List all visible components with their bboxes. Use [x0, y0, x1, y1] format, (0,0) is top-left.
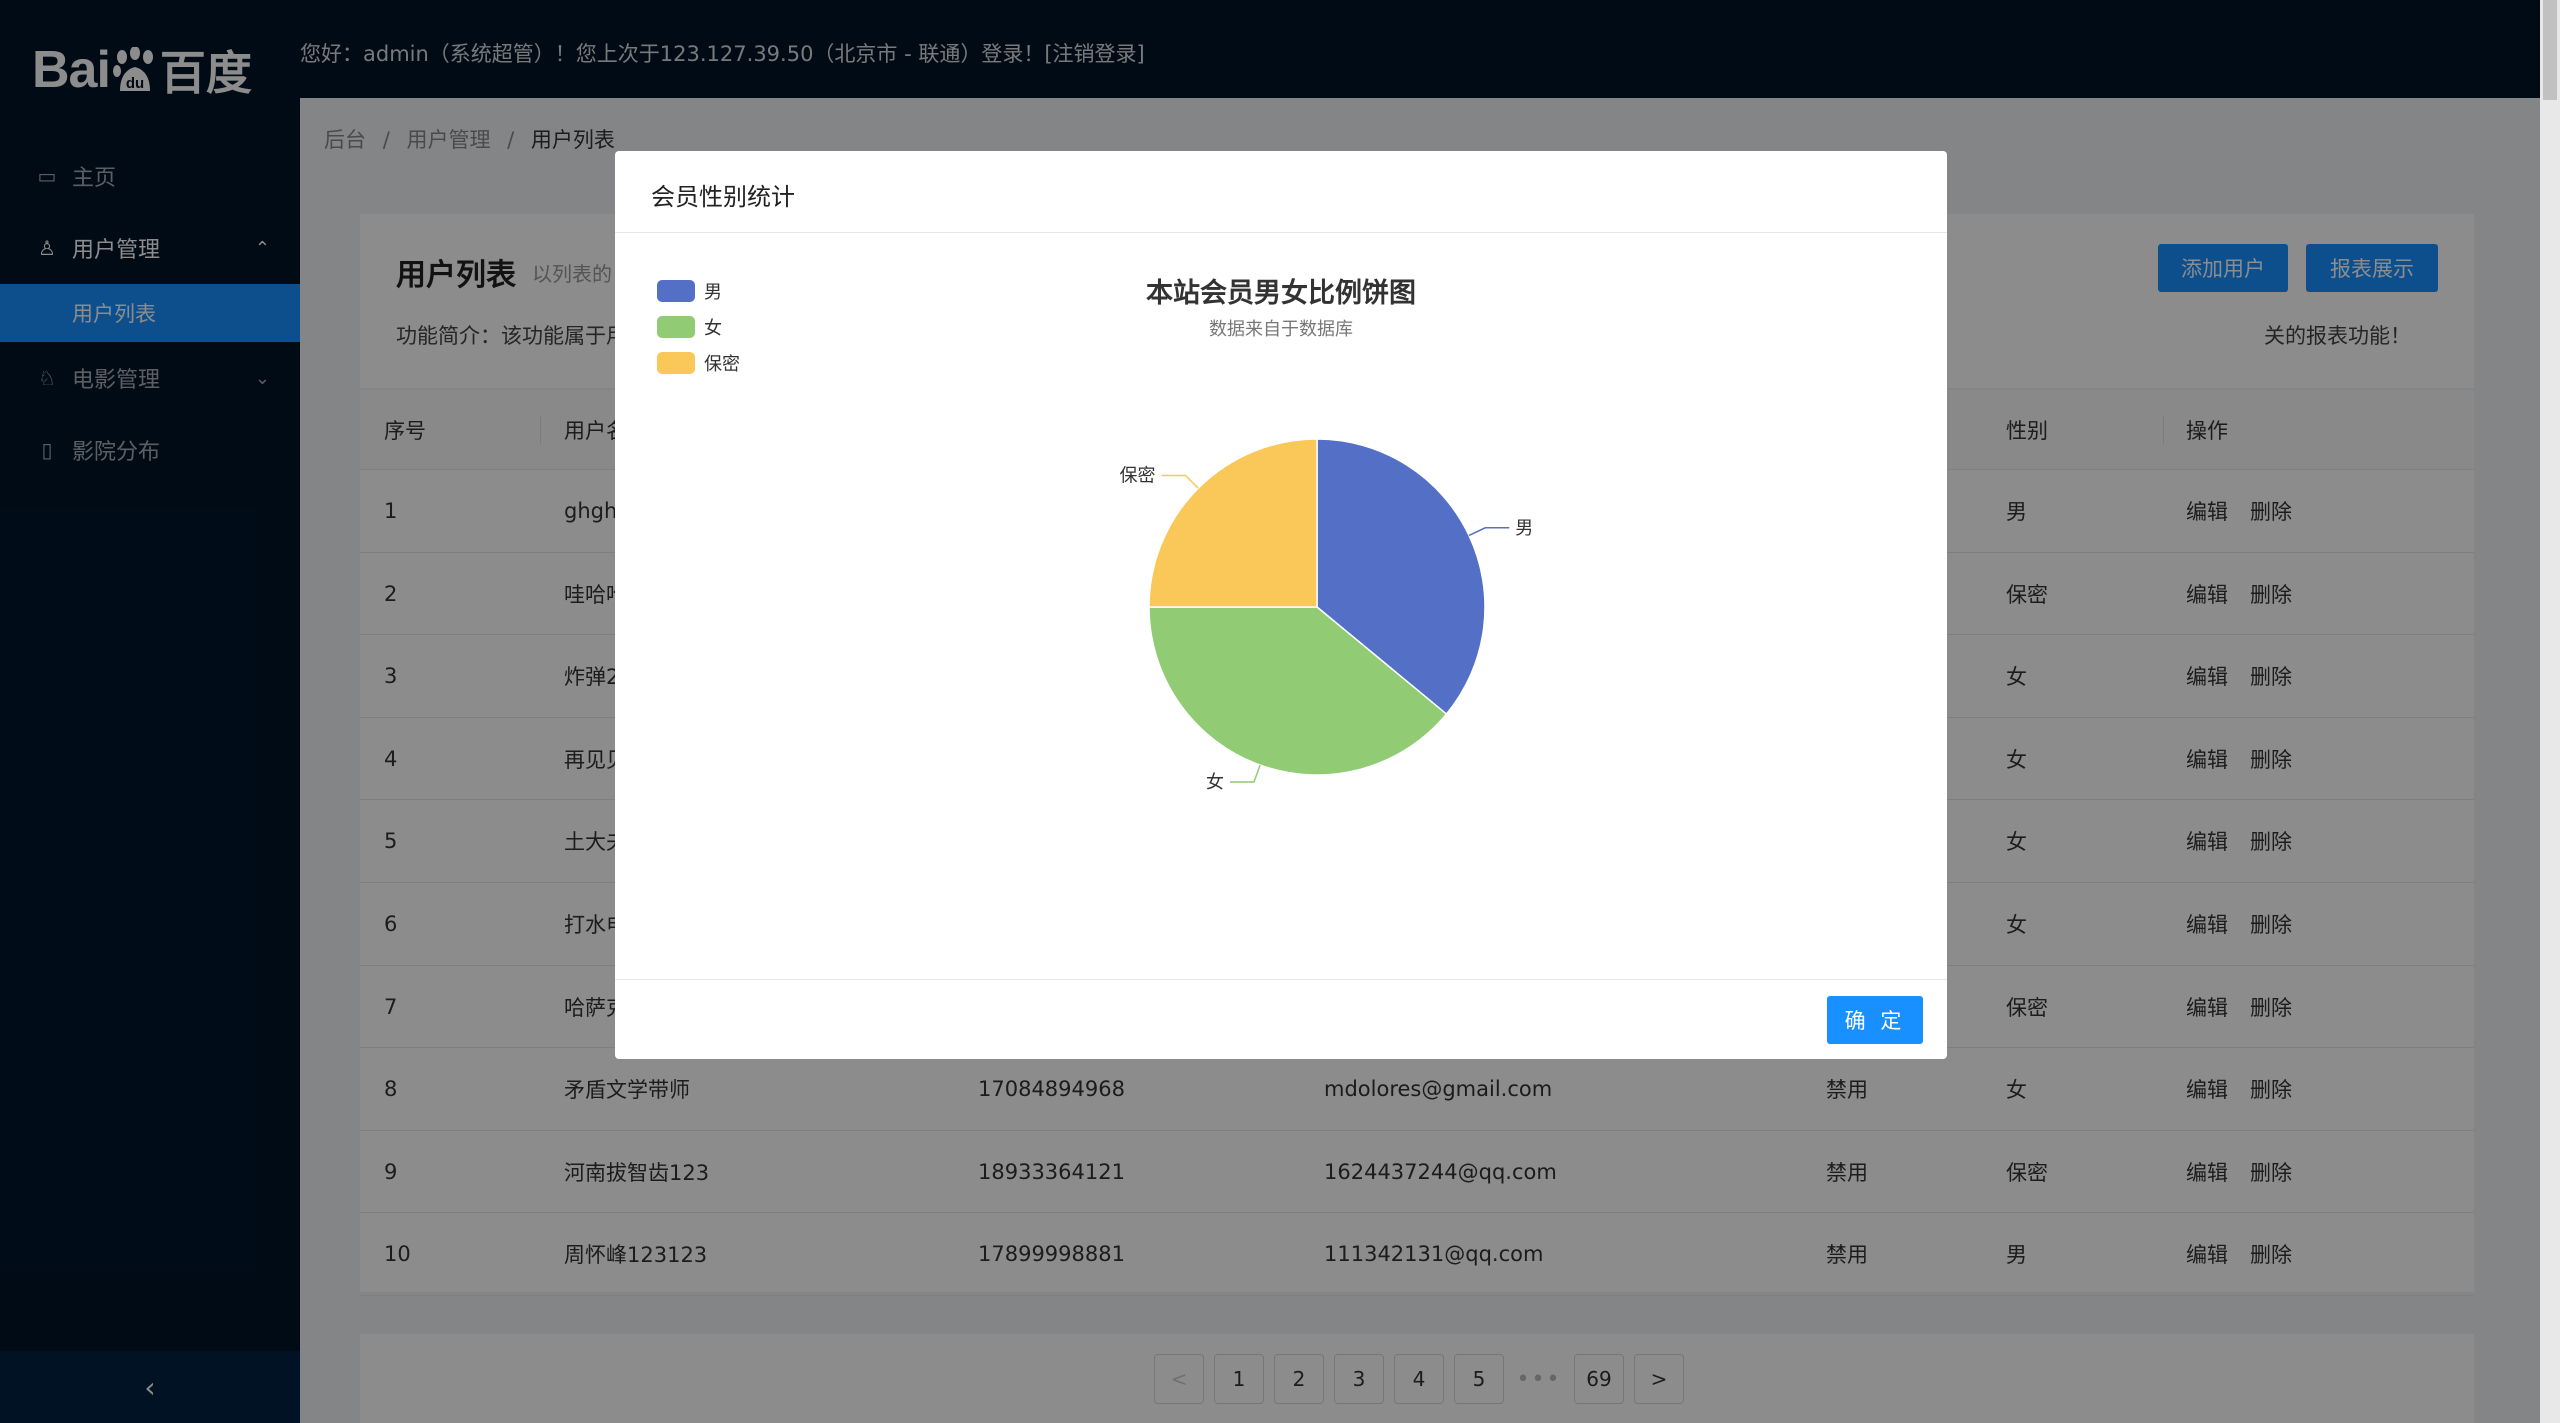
scrollbar-thumb[interactable]: [2543, 0, 2557, 100]
modal-footer: 确 定: [615, 979, 1947, 1059]
gender-stats-modal: 会员性别统计 男 女 保密 本站会员男女比例饼图 数据来自于数据库 男女保密 确…: [615, 151, 1947, 1059]
pie-slice-label: 女: [1206, 772, 1224, 793]
pie-label-line: [1161, 474, 1199, 489]
pie-chart: 男女 保密: [1119, 438, 1533, 793]
pie-slice-label: 男: [1515, 518, 1533, 539]
pie-slice-secret[interactable]: [1148, 438, 1318, 608]
pie-label-line: [1229, 764, 1261, 783]
pie-label-line: [1468, 527, 1510, 537]
ok-button[interactable]: 确 定: [1827, 996, 1923, 1044]
pie-slice-label: 保密: [1119, 465, 1155, 486]
button-label: 确 定: [1844, 1009, 1906, 1033]
page-scrollbar[interactable]: [2540, 0, 2560, 1423]
